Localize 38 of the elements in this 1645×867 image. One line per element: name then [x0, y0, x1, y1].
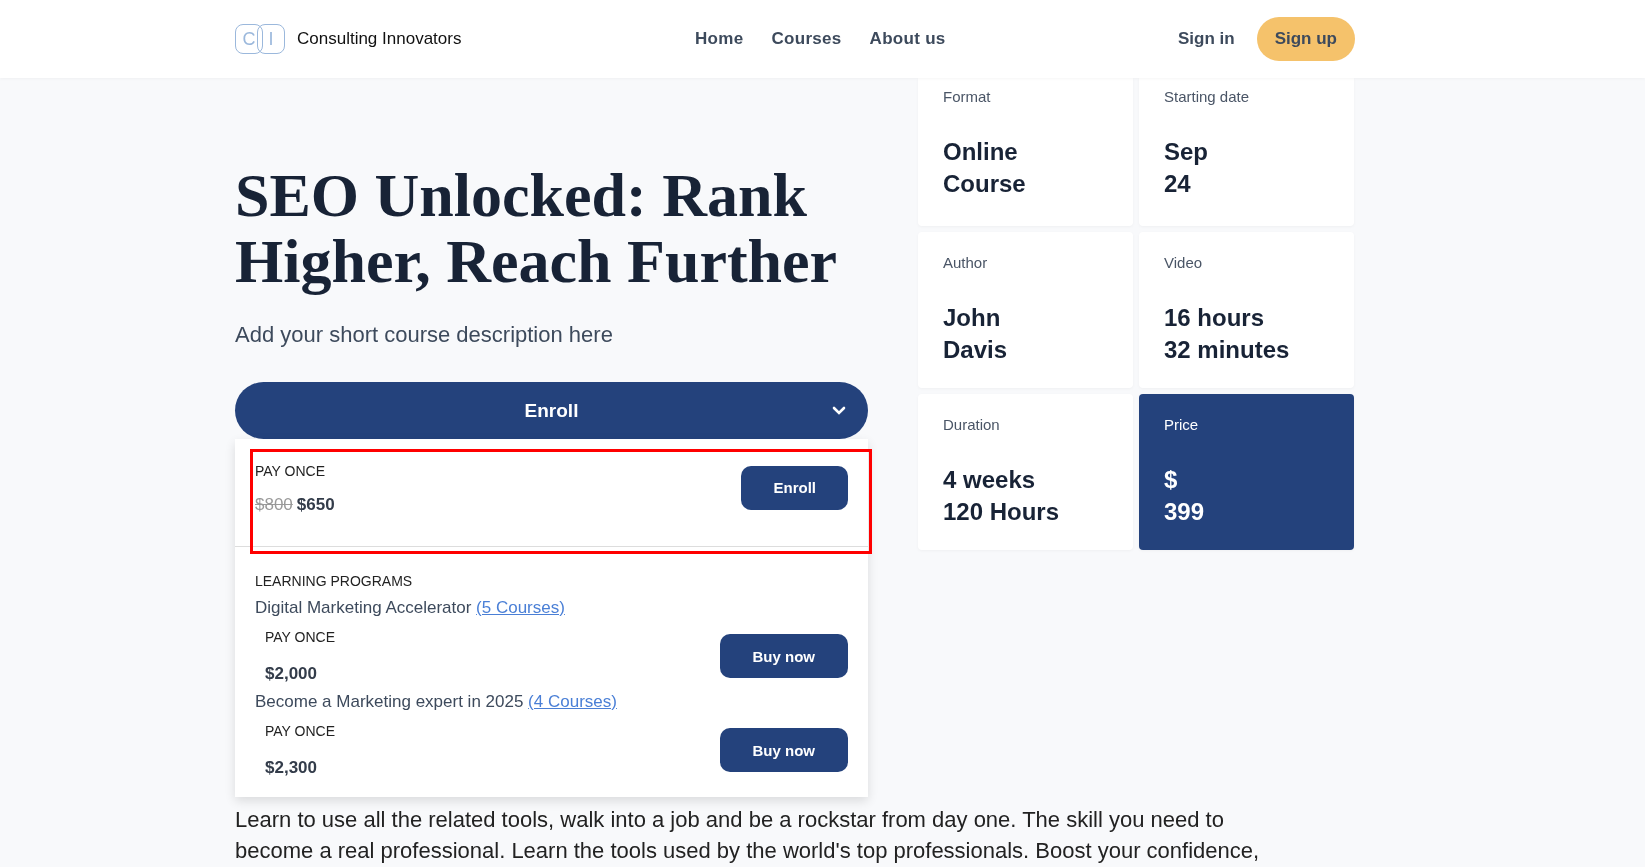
- section-heading: LEARNING PROGRAMS: [255, 572, 414, 591]
- sign-in-link[interactable]: Sign in: [1178, 29, 1235, 49]
- program-name: Become a Marketing expert in 2025 (4 Courses): [255, 691, 618, 713]
- detail-label: Starting date: [1164, 88, 1250, 105]
- courses-link[interactable]: (5 Courses): [476, 598, 565, 617]
- nav-link[interactable]: About us: [869, 29, 946, 49]
- detail-label: Price: [1164, 416, 1199, 433]
- plan-label: PAY ONCE: [265, 628, 336, 647]
- nav-link[interactable]: Home: [695, 29, 744, 49]
- detail-label: Format: [943, 88, 991, 105]
- detail-value: Sep 24: [1164, 137, 1209, 199]
- sign-up-button[interactable]: Sign up: [1256, 17, 1355, 61]
- course-about-text: Learn to use all the related tools, walk into a job and be a rockstar from day one. The skill you need to become a real professional. Learn the tools used by the world's top professionals. Boost your confidence,: [235, 806, 1261, 865]
- brand-name: Consulting Innovators: [297, 29, 462, 49]
- course-title: SEO Unlocked: Rank Higher, Reach Further: [235, 162, 839, 294]
- detail-value: 16 hours 32 minutes: [1164, 303, 1291, 365]
- program-name: Digital Marketing Accelerator (5 Courses): [255, 597, 566, 619]
- detail-label: Duration: [943, 416, 1000, 433]
- detail-value: Online Course: [943, 137, 1027, 199]
- price: $2,300: [265, 757, 318, 779]
- price: $650: [296, 494, 335, 515]
- detail-value: $ 399: [1164, 465, 1206, 527]
- chevron-icon: [832, 406, 846, 416]
- price: $2,000: [265, 663, 318, 685]
- old-price: $800: [255, 494, 293, 515]
- course-description: Add your short course description here: [235, 321, 614, 349]
- enroll-button[interactable]: Enroll: [741, 465, 848, 510]
- enroll-dropdown-button[interactable]: Enroll: [235, 382, 868, 439]
- detail-label: Author: [943, 254, 988, 271]
- plan-label: PAY ONCE: [265, 722, 336, 741]
- plan-label: PAY ONCE: [255, 461, 327, 481]
- detail-label: Video: [1164, 254, 1203, 271]
- detail-value: John Davis: [943, 303, 1009, 365]
- detail-value: 4 weeks 120 Hours: [943, 465, 1061, 527]
- buy-now-button[interactable]: Buy now: [719, 634, 848, 678]
- nav-link[interactable]: Courses: [771, 29, 842, 49]
- buy-now-button[interactable]: Buy now: [719, 728, 848, 772]
- courses-link[interactable]: (4 Courses): [528, 692, 617, 711]
